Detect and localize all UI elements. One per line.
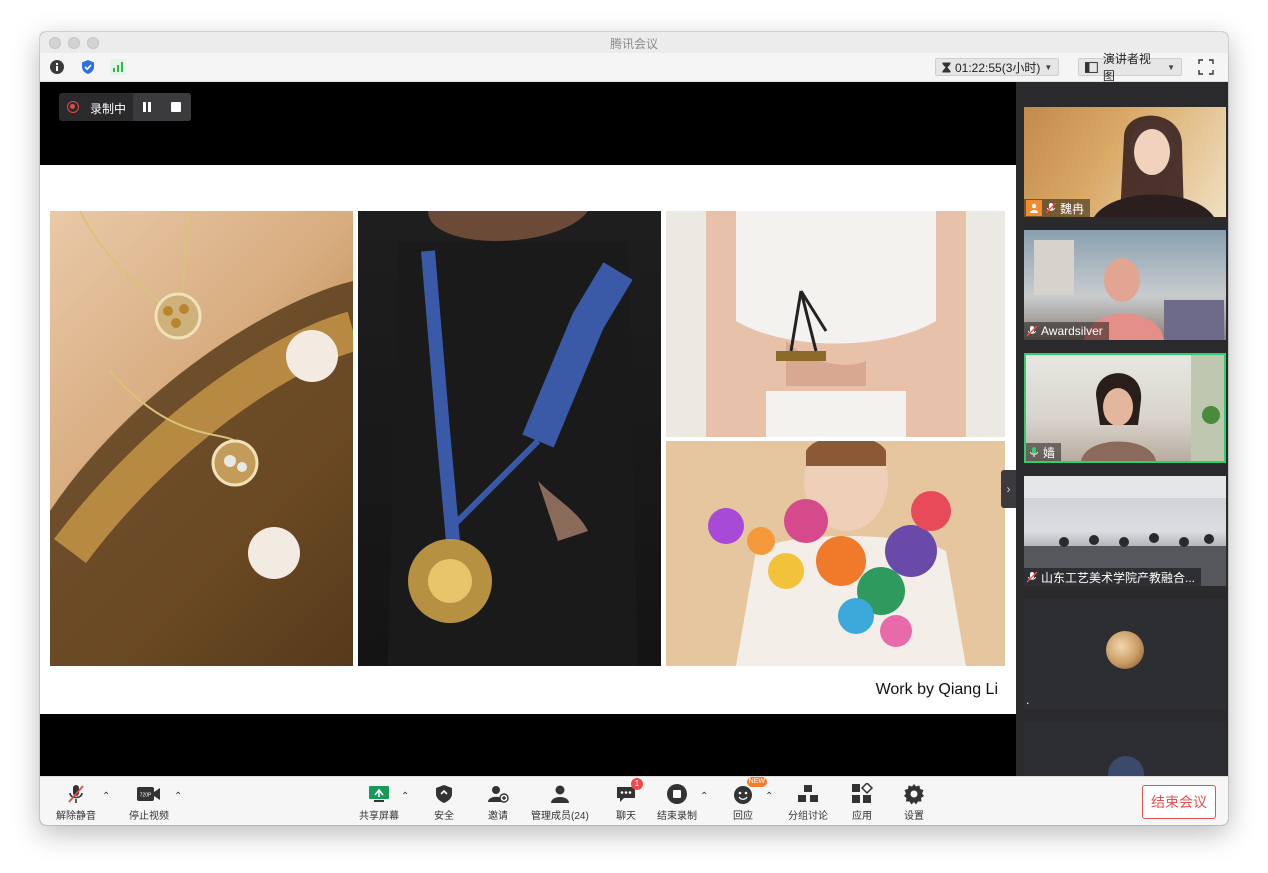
participant-sidebar: 魏冉 Awardsilver 嫱 山东工艺美术学院产教融合... .	[1016, 82, 1228, 776]
top-bar: 01:22:55(3小时) ▼ 演讲者视图 ▼	[40, 52, 1228, 83]
chevron-up-icon[interactable]: ⌃	[765, 791, 775, 802]
stop-video-label: 停止视频	[129, 811, 169, 822]
collapse-sidebar-button[interactable]: ›	[1001, 470, 1016, 508]
presentation-slide: Work by Qiang Li	[40, 165, 1016, 714]
participant-name-tag: 魏冉	[1024, 199, 1091, 217]
meeting-window: 腾讯会议 01:22:55(3小时) ▼ 演讲者视图 ▼ 录制中 Work by…	[40, 32, 1228, 825]
unmute-label: 解除静音	[56, 811, 96, 822]
participant-tile[interactable]: 山东工艺美术学院产教融合...	[1024, 476, 1226, 586]
jewelry-photo-pompom-necklace	[666, 441, 1005, 666]
settings-button[interactable]: 设置	[902, 783, 926, 822]
jewelry-photo-woven-neckpiece	[358, 211, 661, 666]
share-screen-button[interactable]: 共享屏幕	[359, 783, 399, 822]
jewelry-photo-figure	[666, 211, 1005, 437]
participant-tile[interactable]	[1024, 722, 1226, 776]
fullscreen-icon[interactable]	[1198, 59, 1214, 75]
layout-icon	[1085, 61, 1098, 73]
react-button[interactable]: NEW 回应	[731, 777, 767, 822]
participant-tile-active[interactable]: 嫱	[1024, 353, 1226, 463]
chevron-up-icon[interactable]: ⌃	[174, 791, 184, 802]
mic-active-icon	[1030, 447, 1038, 457]
shield-icon[interactable]	[80, 59, 96, 75]
unmute-button[interactable]: 解除静音	[56, 783, 96, 822]
stop-recording-icon	[667, 784, 687, 804]
breakout-rooms-button[interactable]: 分组讨论	[788, 783, 828, 822]
host-icon	[1026, 200, 1042, 216]
react-label: 回应	[733, 811, 753, 822]
chevron-right-icon: ›	[1006, 482, 1011, 496]
participant-name: Awardsilver	[1041, 324, 1103, 338]
members-icon	[550, 785, 569, 803]
jewelry-photo-pendants	[50, 211, 353, 666]
stop-icon[interactable]	[170, 101, 182, 113]
meeting-timer[interactable]: 01:22:55(3小时) ▼	[935, 58, 1060, 76]
apps-button[interactable]: 应用	[850, 783, 874, 822]
slide-caption: Work by Qiang Li	[875, 681, 998, 698]
share-screen-label: 共享屏幕	[359, 811, 399, 822]
view-mode-dropdown[interactable]: 演讲者视图 ▼	[1078, 52, 1182, 83]
timer-text: 01:22:55(3小时)	[955, 60, 1041, 75]
view-mode-label: 演讲者视图	[1102, 52, 1151, 83]
avatar	[1106, 631, 1144, 669]
security-label: 安全	[434, 811, 454, 822]
hourglass-icon	[942, 62, 951, 72]
invite-user-icon	[488, 786, 509, 803]
chevron-up-icon[interactable]: ⌃	[401, 791, 411, 802]
mic-muted-icon	[1026, 325, 1038, 337]
gear-icon	[904, 784, 924, 805]
participant-name-tag: .	[1024, 691, 1035, 709]
shared-screen-area: 录制中 Work by Qiang Li ›	[40, 82, 1016, 776]
chat-label: 聊天	[616, 811, 636, 822]
mic-muted-icon	[68, 785, 84, 803]
recording-controls	[133, 93, 191, 121]
svg-text:720P: 720P	[140, 793, 152, 799]
participant-name: 山东工艺美术学院产教融合...	[1041, 570, 1196, 585]
stop-video-button[interactable]: 720P 停止视频	[129, 783, 169, 822]
end-recording-button[interactable]: 结束录制	[657, 783, 697, 822]
chevron-down-icon: ▼	[1167, 62, 1175, 72]
participant-name-tag: Awardsilver	[1024, 322, 1109, 340]
signal-icon[interactable]	[110, 59, 126, 75]
manage-members-label: 管理成员(24)	[531, 811, 589, 822]
share-screen-icon	[369, 786, 389, 802]
breakout-icon	[798, 785, 818, 802]
chevron-down-icon: ▼	[1044, 62, 1053, 72]
title-bar: 腾讯会议	[40, 32, 1228, 54]
info-icon[interactable]	[49, 59, 65, 75]
recording-indicator: 录制中	[59, 93, 191, 121]
chat-button[interactable]: 1 聊天	[614, 778, 643, 822]
camera-icon: 720P	[137, 787, 160, 801]
manage-members-button[interactable]: 管理成员(24)	[531, 783, 589, 822]
end-meeting-button[interactable]: 结束会议	[1142, 785, 1216, 819]
chat-unread-badge: 1	[631, 778, 643, 790]
participant-name: 魏冉	[1060, 201, 1085, 216]
settings-label: 设置	[904, 811, 924, 822]
chevron-up-icon[interactable]: ⌃	[102, 791, 112, 802]
participant-tile[interactable]: 魏冉	[1024, 107, 1226, 217]
mic-muted-icon	[1026, 571, 1038, 583]
mic-muted-icon	[1045, 202, 1057, 214]
participant-name-tag: 嫱	[1026, 443, 1062, 461]
shield-icon	[436, 785, 452, 803]
security-button[interactable]: 安全	[432, 783, 456, 822]
recording-status: 录制中	[90, 102, 127, 116]
participant-name-tag: 山东工艺美术学院产教融合...	[1024, 568, 1202, 586]
bottom-toolbar: 解除静音 ⌃ 720P 停止视频 ⌃ 共享屏幕 ⌃ 安全 邀请 管理成员(24)…	[40, 776, 1228, 825]
participant-name: .	[1026, 693, 1030, 707]
participant-name: 嫱	[1043, 445, 1056, 460]
pause-icon[interactable]	[141, 101, 153, 113]
breakout-label: 分组讨论	[788, 811, 828, 822]
apps-icon	[852, 783, 873, 803]
avatar	[1108, 756, 1144, 776]
participant-tile[interactable]: .	[1024, 599, 1226, 709]
apps-label: 应用	[852, 811, 872, 822]
chevron-up-icon[interactable]: ⌃	[700, 791, 710, 802]
participant-tile[interactable]: Awardsilver	[1024, 230, 1226, 340]
window-title: 腾讯会议	[609, 37, 658, 51]
invite-button[interactable]: 邀请	[486, 783, 510, 822]
end-recording-label: 结束录制	[657, 811, 697, 822]
invite-label: 邀请	[488, 811, 508, 822]
record-icon	[67, 101, 79, 113]
new-feature-badge: NEW	[746, 777, 767, 787]
